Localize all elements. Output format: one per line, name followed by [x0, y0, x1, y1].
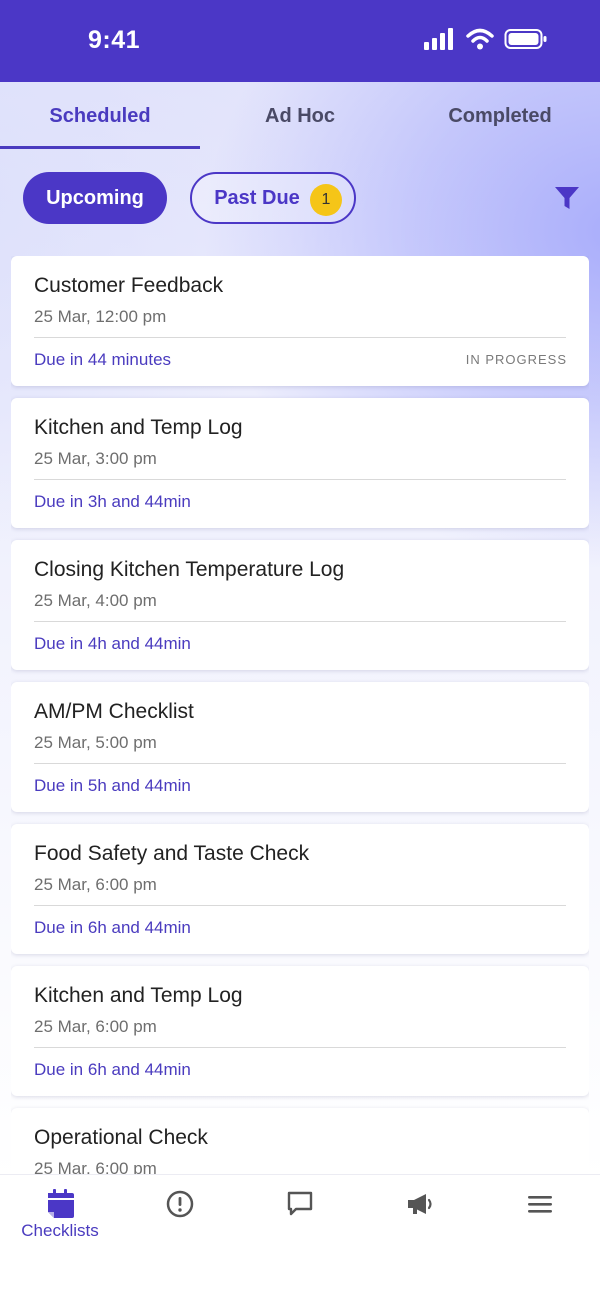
- upcoming-filter-label: Upcoming: [46, 186, 144, 209]
- checklist-card[interactable]: Operational Check 25 Mar, 6:00 pm: [11, 1108, 589, 1174]
- checklist-card[interactable]: Kitchen and Temp Log 25 Mar, 6:00 pm Due…: [11, 966, 589, 1096]
- card-divider: [34, 763, 566, 764]
- checklist-due: Due in 44 minutes: [34, 350, 172, 369]
- active-tab-indicator: [0, 146, 200, 149]
- checklist-date: 25 Mar, 3:00 pm: [34, 449, 157, 468]
- wifi-icon: [466, 28, 494, 50]
- checklist-date: 25 Mar, 6:00 pm: [34, 1017, 157, 1036]
- checklist-due: Due in 3h and 44min: [34, 492, 191, 511]
- checklist-title: Food Safety and Taste Check: [34, 842, 310, 865]
- tab-scheduled[interactable]: Scheduled: [0, 82, 200, 150]
- battery-icon: [504, 29, 547, 49]
- checklist-list: Customer Feedback 25 Mar, 12:00 pm Due i…: [11, 256, 589, 1174]
- checklist-card[interactable]: AM/PM Checklist 25 Mar, 5:00 pm Due in 5…: [11, 682, 589, 812]
- checklist-card[interactable]: Food Safety and Taste Check 25 Mar, 6:00…: [11, 824, 589, 954]
- checklist-date: 25 Mar, 4:00 pm: [34, 591, 157, 610]
- megaphone-icon: [408, 1194, 432, 1214]
- checklist-title: Customer Feedback: [34, 274, 224, 297]
- tab-bar: Scheduled Ad Hoc Completed: [0, 82, 600, 150]
- upcoming-filter-button[interactable]: Upcoming: [23, 172, 167, 224]
- filter-icon[interactable]: [553, 184, 581, 212]
- checklist-card[interactable]: Customer Feedback 25 Mar, 12:00 pm Due i…: [11, 256, 589, 386]
- checklist-title: Kitchen and Temp Log: [34, 416, 243, 439]
- filter-row: Upcoming Past Due 1: [0, 172, 600, 228]
- checklist-due: Due in 4h and 44min: [34, 634, 191, 653]
- calendar-icon: [48, 1189, 74, 1218]
- checklist-date: 25 Mar, 12:00 pm: [34, 307, 167, 326]
- checklist-title: Closing Kitchen Temperature Log: [34, 558, 345, 581]
- alert-circle-icon: [166, 1190, 194, 1218]
- checklist-title: Kitchen and Temp Log: [34, 984, 243, 1007]
- card-divider: [34, 337, 566, 338]
- menu-icon: [528, 1196, 552, 1213]
- checklist-due: Due in 6h and 44min: [34, 918, 191, 937]
- tab-ad-hoc[interactable]: Ad Hoc: [200, 82, 400, 150]
- checklist-date: 25 Mar, 6:00 pm: [34, 1159, 157, 1174]
- checklist-date: 25 Mar, 5:00 pm: [34, 733, 157, 752]
- checklist-due: Due in 5h and 44min: [34, 776, 191, 795]
- nav-menu[interactable]: [480, 1175, 600, 1255]
- nav-announcements[interactable]: [360, 1175, 480, 1255]
- checklist-date: 25 Mar, 6:00 pm: [34, 875, 157, 894]
- card-divider: [34, 479, 566, 480]
- checklist-title: Operational Check: [34, 1126, 208, 1149]
- nav-messages[interactable]: [240, 1175, 360, 1255]
- nav-checklists-label: Checklists: [21, 1221, 99, 1240]
- checklist-card[interactable]: Kitchen and Temp Log 25 Mar, 3:00 pm Due…: [11, 398, 589, 528]
- status-icons: [424, 28, 548, 50]
- tab-completed[interactable]: Completed: [400, 82, 600, 150]
- status-bar: 9:41: [0, 0, 600, 82]
- nav-alerts[interactable]: [120, 1175, 240, 1255]
- chat-icon: [287, 1191, 313, 1216]
- status-time: 9:41: [88, 26, 141, 54]
- past-due-filter-label: Past Due: [214, 186, 300, 209]
- checklist-title: AM/PM Checklist: [34, 700, 194, 723]
- signal-icon: [424, 28, 453, 50]
- checklist-card[interactable]: Closing Kitchen Temperature Log 25 Mar, …: [11, 540, 589, 670]
- card-divider: [34, 621, 566, 622]
- card-divider: [34, 905, 566, 906]
- nav-checklists[interactable]: Checklists: [0, 1175, 120, 1255]
- card-divider: [34, 1047, 566, 1048]
- checklist-status: IN PROGRESS: [465, 352, 567, 367]
- past-due-count-badge: 1: [310, 184, 342, 216]
- past-due-filter-button[interactable]: Past Due 1: [190, 172, 356, 224]
- checklist-due: Due in 6h and 44min: [34, 1060, 191, 1079]
- bottom-nav: Checklists: [0, 1174, 600, 1301]
